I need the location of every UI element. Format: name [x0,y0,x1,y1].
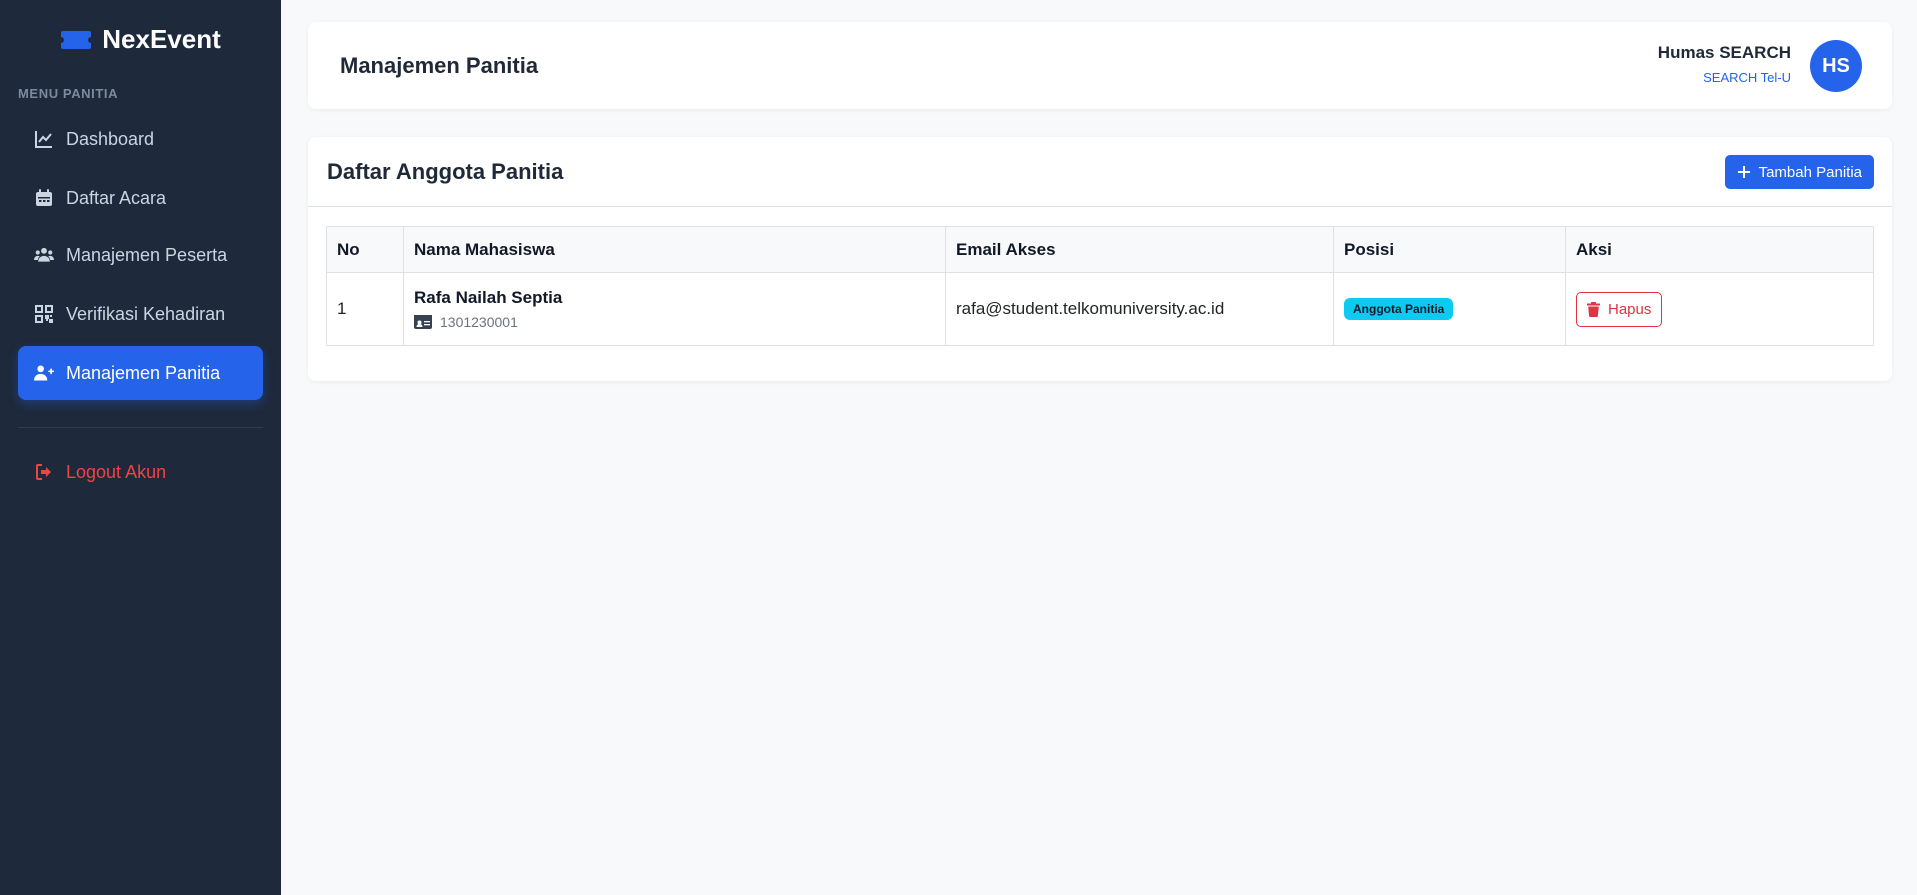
sidebar-item-dashboard[interactable]: Dashboard [18,112,263,166]
qrcode-icon [35,305,53,323]
menu-heading: MENU PANITIA [18,86,119,101]
column-header-email: Email Akses [945,226,1334,273]
card-title: Daftar Anggota Panitia [327,159,564,184]
column-header-name: Nama Mahasiswa [403,226,946,273]
add-committee-label: Tambah Panitia [1758,163,1862,181]
student-nim-value: 1301230001 [440,314,518,330]
row-number: 1 [326,272,404,346]
committee-table: No Nama Mahasiswa Email Akses Posisi Aks… [326,226,1874,346]
student-id: 1301230001 [414,314,935,330]
brand-name: NexEvent [102,24,221,54]
add-committee-button[interactable]: Tambah Panitia [1724,155,1874,189]
trash-icon [1587,301,1600,317]
sidebar-item-label: Manajemen Peserta [66,244,228,265]
ticket-icon [61,30,92,49]
plus-icon [1737,166,1750,178]
column-header-position: Posisi [1333,226,1566,273]
id-card-icon [414,315,432,329]
email-cell: rafa@student.telkomuniversity.ac.id [945,272,1334,346]
sidebar-divider [18,427,263,428]
committee-card: Daftar Anggota Panitia Tambah Panitia No… [308,137,1892,381]
column-header-action: Aksi [1565,226,1874,273]
logout-icon [36,464,51,480]
brand[interactable]: NexEvent [0,24,281,55]
delete-label: Hapus [1608,300,1652,318]
sidebar-item-label: Manajemen Panitia [66,362,221,383]
card-header: Daftar Anggota Panitia Tambah Panitia [308,137,1892,207]
user-name: Humas SEARCH [1657,43,1791,62]
user-plus-icon [34,365,54,381]
table-row: 1 Rafa Nailah Septia 1301230001 rafa@stu… [326,272,1874,346]
action-cell: Hapus [1565,272,1874,346]
user-organization: SEARCH Tel-U [1703,70,1791,85]
sidebar-item-manajemen-panitia[interactable]: Manajemen Panitia [18,346,263,400]
avatar[interactable]: HS [1810,40,1862,92]
sidebar-item-label: Dashboard [66,128,155,149]
position-badge: Anggota Panitia [1344,298,1454,320]
top-header: Manajemen Panitia Humas SEARCH SEARCH Te… [308,22,1892,109]
chart-line-icon [35,131,52,148]
student-name: Rafa Nailah Septia [414,288,563,307]
sidebar-item-label: Daftar Acara [66,187,167,208]
sidebar-item-daftar-acara[interactable]: Daftar Acara [18,171,263,225]
sidebar-item-verifikasi-kehadiran[interactable]: Verifikasi Kehadiran [18,287,263,341]
sidebar-item-label: Verifikasi Kehadiran [66,303,226,324]
column-header-no: No [326,226,404,273]
table-header-row: No Nama Mahasiswa Email Akses Posisi Aks… [326,226,1874,273]
position-cell: Anggota Panitia [1333,272,1566,346]
page-title: Manajemen Panitia [340,53,539,78]
student-cell: Rafa Nailah Septia 1301230001 [403,272,946,346]
logout-label: Logout Akun [66,461,167,482]
sidebar-item-manajemen-peserta[interactable]: Manajemen Peserta [18,228,263,282]
calendar-icon [36,189,52,206]
sidebar: NexEvent MENU PANITIA Dashboard Daftar A… [0,0,281,895]
logout-button[interactable]: Logout Akun [18,445,263,499]
users-icon [34,247,54,262]
delete-button[interactable]: Hapus [1576,291,1663,327]
